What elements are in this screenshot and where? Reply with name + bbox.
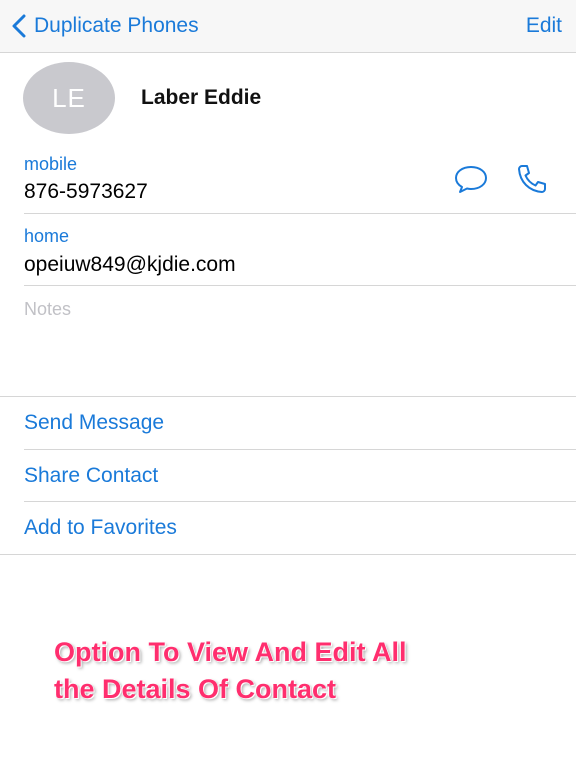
navigation-bar: Duplicate Phones Edit (0, 0, 576, 53)
caption-line-2: the Details Of Contact (54, 674, 337, 704)
divider (0, 396, 576, 397)
contact-name: Laber Eddie (141, 86, 262, 109)
caption-line-1: Option To View And Edit All (54, 637, 407, 667)
divider (24, 213, 576, 214)
back-button[interactable]: Duplicate Phones (12, 10, 199, 42)
send-message-button[interactable]: Send Message (24, 411, 164, 435)
divider (24, 285, 576, 286)
divider (0, 554, 576, 555)
email-value[interactable]: opeiuw849@kjdie.com (24, 253, 236, 277)
share-contact-button[interactable]: Share Contact (24, 464, 158, 488)
divider (24, 501, 576, 502)
add-to-favorites-button[interactable]: Add to Favorites (24, 516, 177, 540)
avatar-initials: LE (52, 82, 86, 113)
phone-value[interactable]: 876-5973627 (24, 180, 148, 204)
divider (24, 449, 576, 450)
notes-field[interactable]: Notes (24, 299, 71, 320)
message-icon[interactable] (453, 164, 489, 199)
chevron-left-icon (12, 14, 26, 38)
edit-button[interactable]: Edit (526, 14, 562, 38)
avatar: LE (23, 62, 115, 134)
phone-label: mobile (24, 154, 78, 174)
promo-caption: Option To View And Edit All the Details … (54, 634, 554, 708)
email-label: home (24, 226, 70, 246)
phone-icon[interactable] (514, 163, 550, 200)
back-button-label: Duplicate Phones (34, 14, 199, 37)
